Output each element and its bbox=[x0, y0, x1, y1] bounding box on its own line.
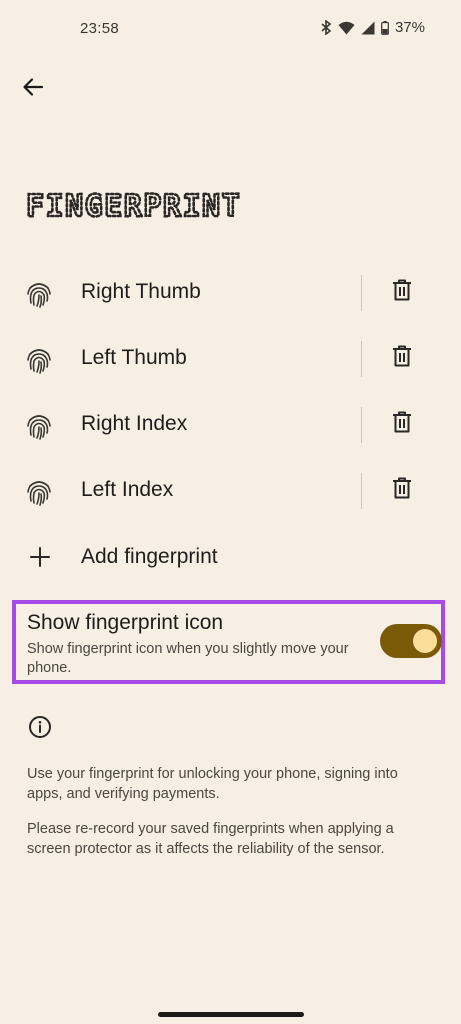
bluetooth-icon bbox=[321, 20, 332, 35]
home-indicator[interactable] bbox=[158, 1012, 304, 1017]
arrow-left-icon bbox=[22, 76, 44, 103]
show-fingerprint-icon-subtitle: Show fingerprint icon when you slightly … bbox=[27, 641, 349, 676]
list-item-fingerprint[interactable]: Right Index bbox=[0, 392, 461, 458]
trash-icon bbox=[392, 345, 412, 372]
trash-icon bbox=[392, 411, 412, 438]
show-fingerprint-icon-title: Show fingerprint icon bbox=[27, 611, 224, 634]
page-title: FINGERPRINT bbox=[26, 186, 276, 226]
status-icons: 37% bbox=[321, 19, 425, 36]
battery-percent: 37% bbox=[394, 19, 425, 36]
divider bbox=[361, 275, 362, 311]
delete-fingerprint-button[interactable] bbox=[384, 472, 420, 508]
info-icon bbox=[28, 715, 52, 739]
divider bbox=[361, 473, 362, 509]
list-item-fingerprint[interactable]: Left Index bbox=[0, 458, 461, 524]
list-item-fingerprint[interactable]: Right Thumb bbox=[0, 260, 461, 326]
status-bar: 23:58 37% bbox=[0, 0, 461, 58]
battery-icon bbox=[381, 20, 389, 35]
info-paragraph: Use your fingerprint for unlocking your … bbox=[27, 766, 398, 802]
fingerprint-label: Right Thumb bbox=[81, 280, 201, 303]
show-fingerprint-icon-toggle[interactable] bbox=[380, 624, 442, 658]
fingerprint-icon bbox=[24, 279, 54, 309]
cell-signal-icon bbox=[361, 21, 375, 35]
fingerprint-label: Left Index bbox=[81, 478, 174, 501]
add-fingerprint-button[interactable]: Add fingerprint bbox=[0, 524, 461, 590]
fingerprint-icon bbox=[24, 477, 54, 507]
divider bbox=[361, 407, 362, 443]
delete-fingerprint-button[interactable] bbox=[384, 406, 420, 442]
wifi-icon bbox=[338, 21, 355, 35]
plus-icon bbox=[28, 545, 52, 569]
back-button[interactable] bbox=[16, 72, 50, 106]
add-fingerprint-label: Add fingerprint bbox=[81, 545, 218, 568]
fingerprint-icon bbox=[24, 345, 54, 375]
delete-fingerprint-button[interactable] bbox=[384, 340, 420, 376]
delete-fingerprint-button[interactable] bbox=[384, 274, 420, 310]
fingerprint-icon bbox=[24, 411, 54, 441]
page-title-text: FINGERPRINT bbox=[26, 189, 241, 224]
fingerprint-label: Right Index bbox=[81, 412, 188, 435]
toggle-thumb bbox=[413, 629, 437, 653]
trash-icon bbox=[392, 477, 412, 504]
fingerprint-label: Left Thumb bbox=[81, 346, 187, 369]
divider bbox=[361, 341, 362, 377]
page-title-dotmatrix: FINGERPRINT bbox=[26, 188, 241, 226]
list-item-fingerprint[interactable]: Left Thumb bbox=[0, 326, 461, 392]
status-time: 23:58 bbox=[80, 20, 120, 37]
info-paragraph: Please re-record your saved fingerprints… bbox=[27, 821, 394, 857]
trash-icon bbox=[392, 279, 412, 306]
